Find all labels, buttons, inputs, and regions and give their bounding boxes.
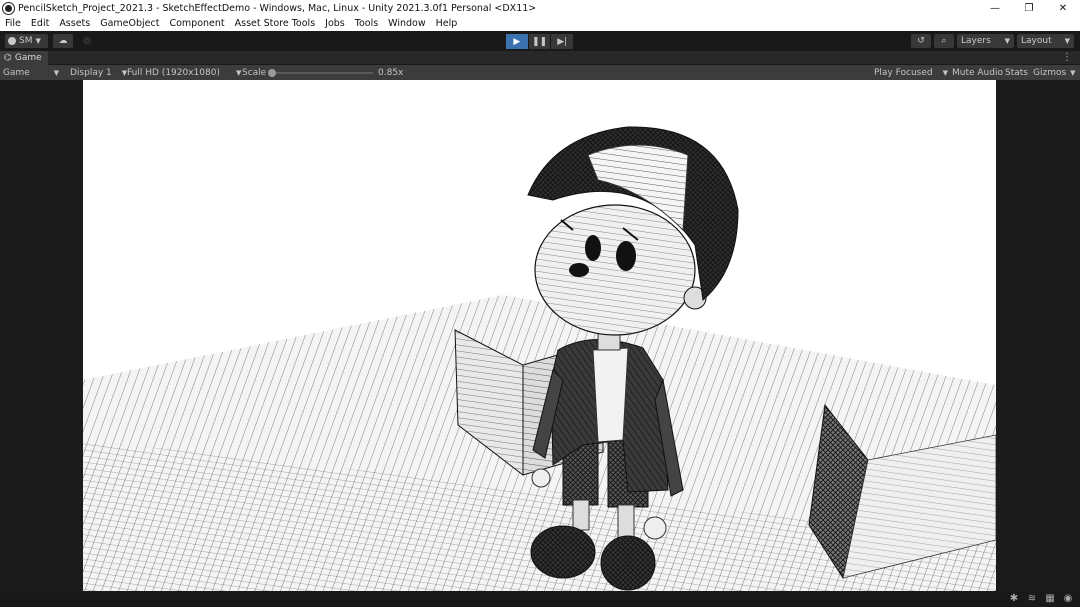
- gizmos-label: Gizmos: [1033, 67, 1067, 78]
- play-focused-label: Play Focused: [874, 67, 933, 78]
- character-shirt: [592, 347, 629, 443]
- account-dropdown[interactable]: SM ▼: [5, 34, 48, 48]
- scale-value: 0.85x: [378, 67, 404, 78]
- menu-asset-store-tools[interactable]: Asset Store Tools: [235, 18, 316, 29]
- chevron-down-icon: ▼: [35, 37, 41, 45]
- close-button[interactable]: ✕: [1046, 0, 1080, 16]
- menu-help[interactable]: Help: [436, 18, 458, 29]
- chevron-down-icon: ▼: [942, 68, 948, 77]
- menu-assets[interactable]: Assets: [59, 18, 90, 29]
- chevron-down-icon: ▼: [53, 68, 60, 77]
- character-nose: [569, 263, 589, 277]
- debug-icon[interactable]: ✱: [1008, 593, 1020, 605]
- display-label: Display 1: [70, 67, 112, 78]
- scale-slider-track[interactable]: [270, 72, 373, 74]
- menu-gameobject[interactable]: GameObject: [100, 18, 159, 29]
- minimize-button[interactable]: —: [978, 0, 1012, 16]
- layers-label: Layers: [961, 36, 991, 46]
- menu-bar: File Edit Assets GameObject Component As…: [0, 16, 1080, 31]
- gizmos-dropdown[interactable]: Gizmos ▼: [1033, 65, 1076, 80]
- window-controls: — ❐ ✕: [978, 0, 1080, 16]
- tab-game[interactable]: ⌬ Game: [0, 51, 48, 65]
- account-icon: [8, 37, 16, 45]
- scale-slider-thumb[interactable]: [268, 69, 276, 77]
- step-icon: ▶|: [557, 36, 568, 47]
- view-mode-label: Game: [3, 67, 30, 78]
- play-icon: ▶: [513, 36, 521, 47]
- display-dropdown[interactable]: Display 1 ▼: [70, 65, 127, 80]
- unity-logo-icon: [3, 2, 14, 14]
- step-button[interactable]: ▶|: [551, 34, 574, 49]
- search-button[interactable]: ⌕: [934, 34, 954, 48]
- tab-game-label: Game: [14, 53, 42, 63]
- chevron-down-icon: ▼: [1004, 37, 1010, 45]
- play-button[interactable]: ▶: [506, 34, 528, 49]
- gamepad-icon: ⌬: [4, 53, 12, 63]
- resolution-label: Full HD (1920x1080): [127, 67, 220, 78]
- cloud-button[interactable]: ☁: [53, 34, 73, 48]
- history-icon: ↺: [917, 36, 925, 46]
- undo-history-button[interactable]: ↺: [911, 34, 931, 48]
- stats-toggle[interactable]: Stats: [1005, 65, 1028, 80]
- play-controls: ▶ ❚❚ ▶|: [506, 34, 574, 49]
- menu-component[interactable]: Component: [169, 18, 224, 29]
- chevron-down-icon: ▼: [1070, 68, 1076, 77]
- mute-audio-toggle[interactable]: Mute Audio: [952, 65, 1003, 80]
- game-view-render[interactable]: [83, 80, 996, 591]
- menu-window[interactable]: Window: [388, 18, 425, 29]
- status-bar: ✱ ≋ ▦ ◉: [0, 591, 1080, 607]
- collab-button[interactable]: ◎: [78, 34, 96, 48]
- sketch-scene-illustration: [83, 126, 996, 591]
- window-title: PencilSketch_Project_2021.3 - SketchEffe…: [18, 2, 537, 14]
- layers-dropdown[interactable]: Layers ▼: [957, 34, 1014, 48]
- menu-tools[interactable]: Tools: [355, 18, 378, 29]
- progress-icon[interactable]: ▦: [1044, 593, 1056, 605]
- search-icon: ⌕: [941, 36, 947, 46]
- play-focused-dropdown[interactable]: Play Focused ▼: [874, 65, 948, 80]
- character-hand-left: [531, 468, 551, 488]
- character-eye-left: [585, 235, 601, 261]
- account-label: SM: [19, 36, 33, 46]
- chevron-down-icon: ▼: [1064, 37, 1070, 45]
- menu-edit[interactable]: Edit: [31, 18, 49, 29]
- resolution-dropdown[interactable]: Full HD (1920x1080) ▼: [127, 65, 241, 80]
- cloud-icon: ☁: [58, 36, 68, 46]
- pause-button[interactable]: ❚❚: [528, 34, 551, 49]
- collab-icon: ◎: [83, 36, 91, 46]
- tab-bar: ⌬ Game ⋮: [0, 51, 1080, 65]
- chevron-down-icon: ▼: [235, 68, 242, 77]
- character-eye-right: [616, 241, 636, 271]
- layout-dropdown[interactable]: Layout ▼: [1017, 34, 1074, 48]
- pause-icon: ❚❚: [531, 36, 548, 47]
- character-hand-right: [643, 516, 667, 540]
- menu-jobs[interactable]: Jobs: [325, 18, 345, 29]
- cache-server-icon[interactable]: ≋: [1026, 593, 1038, 605]
- layout-label: Layout: [1021, 36, 1052, 46]
- view-mode-dropdown[interactable]: Game ▼: [3, 65, 59, 80]
- game-toolbar: Game ▼ Display 1 ▼ Full HD (1920x1080) ▼…: [0, 65, 1080, 80]
- notification-icon[interactable]: ◉: [1062, 593, 1074, 605]
- title-bar: PencilSketch_Project_2021.3 - SketchEffe…: [0, 0, 1080, 16]
- more-options-icon[interactable]: ⋮: [1062, 51, 1072, 65]
- restore-button[interactable]: ❐: [1012, 0, 1046, 16]
- menu-file[interactable]: File: [5, 18, 21, 29]
- scale-label: Scale: [242, 67, 267, 78]
- main-toolbar: SM ▼ ☁ ◎ ▶ ❚❚ ▶| ↺ ⌕ Layers ▼ Layout ▼: [0, 31, 1080, 51]
- status-icons: ✱ ≋ ▦ ◉: [1008, 593, 1074, 605]
